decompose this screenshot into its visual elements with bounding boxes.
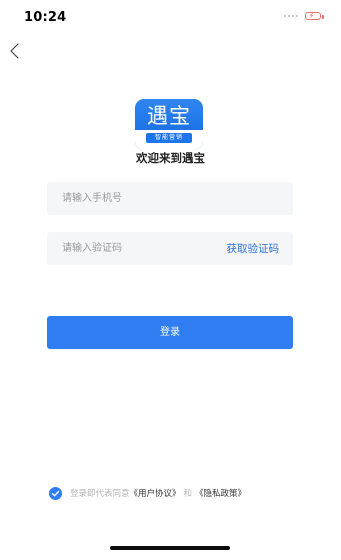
user-agreement-link[interactable]: 《用户协议》 <box>130 487 181 499</box>
status-bar: 10:24 ⚡ <box>0 0 341 34</box>
logo-sub-text: 智能营销 <box>146 133 192 143</box>
status-time: 10:24 <box>24 10 67 25</box>
agreement-conjunction: 和 <box>183 489 193 499</box>
phone-field[interactable] <box>47 182 293 215</box>
chevron-left-icon <box>10 43 19 59</box>
phone-input[interactable] <box>62 182 282 215</box>
agreement-row: 登录即代表同意 《用户协议》 和 《隐私政策》 <box>49 484 246 502</box>
battery-icon: ⚡ <box>305 12 321 20</box>
battery-tip <box>322 14 324 19</box>
logo-main-text: 遇宝 <box>147 104 191 128</box>
back-button[interactable] <box>6 40 26 62</box>
privacy-policy-link[interactable]: 《隐私政策》 <box>195 487 246 499</box>
home-indicator <box>110 546 230 550</box>
verification-code-input[interactable] <box>62 232 202 265</box>
welcome-title: 欢迎来到遇宝 <box>136 151 205 165</box>
login-button[interactable]: 登录 <box>47 316 293 349</box>
signal-icon <box>284 15 298 17</box>
code-field[interactable]: 获取验证码 <box>47 232 293 265</box>
charging-bolt-icon: ⚡ <box>309 12 314 20</box>
agreement-prefix: 登录即代表同意 <box>70 489 130 499</box>
check-circle-icon[interactable] <box>49 486 62 500</box>
app-logo: 遇宝 智能营销 <box>135 99 203 150</box>
get-code-button[interactable]: 获取验证码 <box>227 241 280 256</box>
